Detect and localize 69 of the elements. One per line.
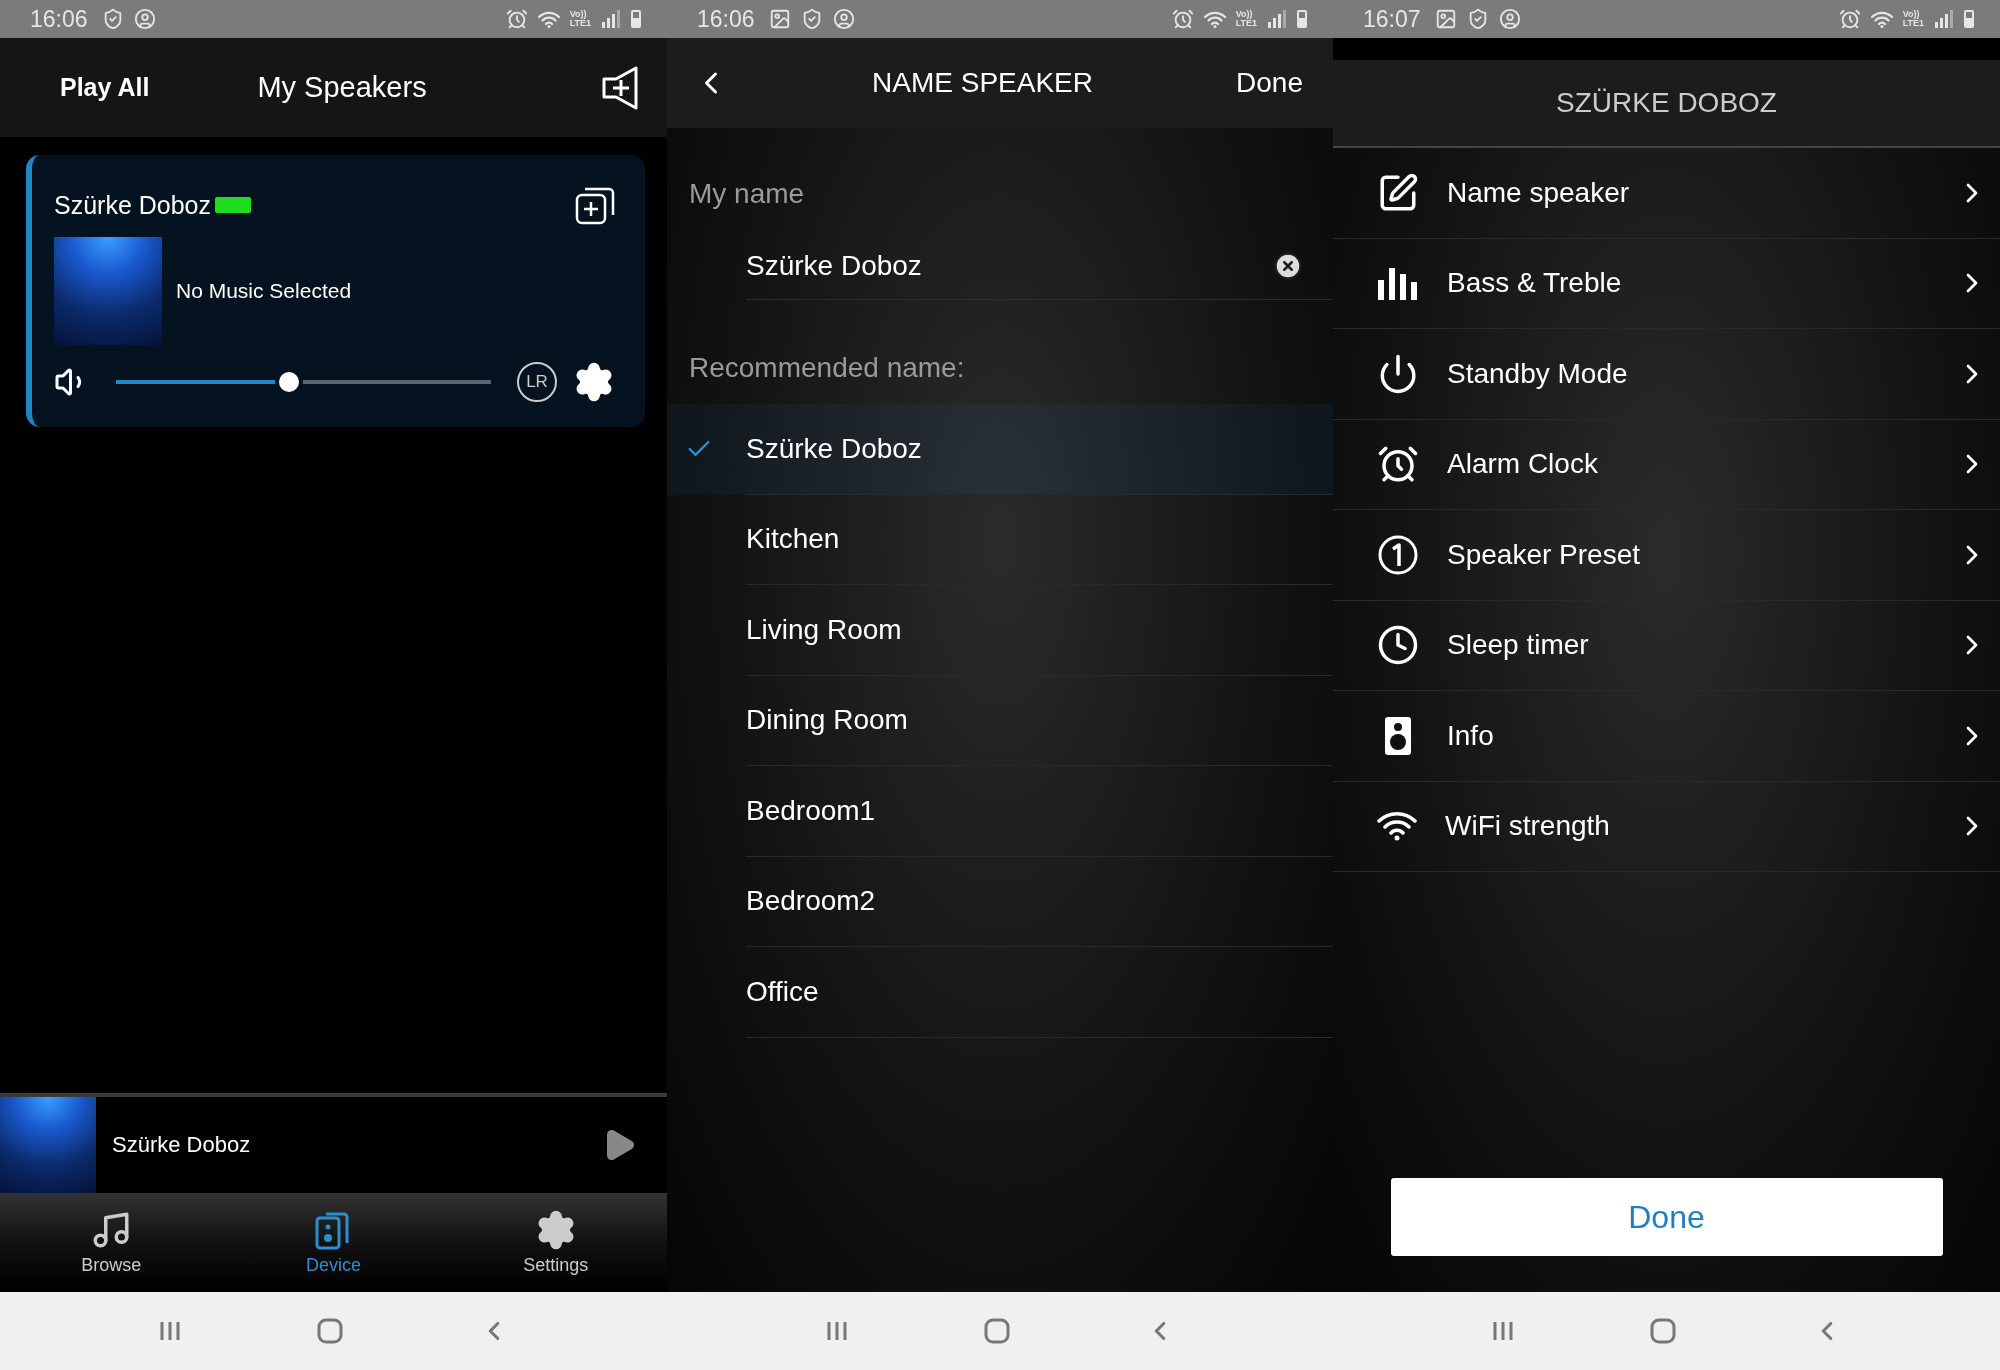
done-button[interactable]: Done xyxy=(1390,1178,1943,1256)
battery-icon xyxy=(1297,10,1307,28)
group-add-icon[interactable] xyxy=(575,185,615,225)
status-time: 16:06 xyxy=(697,5,755,33)
signal-icon xyxy=(601,10,621,28)
person-icon xyxy=(1498,8,1521,30)
settings-row[interactable]: WiFi strength xyxy=(1333,781,2000,872)
network-label: Vo)) LTE1 xyxy=(1902,10,1924,28)
field-label: My name xyxy=(688,178,806,210)
volume-thumb[interactable] xyxy=(278,372,299,392)
settings-row[interactable]: Sleep timer xyxy=(1333,600,2000,691)
play-all-button[interactable]: Play All xyxy=(60,73,150,102)
screen-title: SZÜRKE DOBOZ xyxy=(1556,87,1777,119)
alarm-icon xyxy=(1838,8,1861,30)
status-time: 16:06 xyxy=(30,5,88,33)
home-icon[interactable] xyxy=(317,1318,344,1344)
speaker-name: Szürke Doboz xyxy=(54,190,212,220)
home-icon[interactable] xyxy=(984,1318,1010,1344)
speaker-card[interactable]: Szürke Doboz No Music Selected LR xyxy=(26,155,645,427)
row-label: Standby Mode xyxy=(1447,357,1629,390)
settings-row[interactable]: Bass & Treble xyxy=(1333,238,2000,329)
mini-player[interactable]: Szürke Doboz xyxy=(0,1093,667,1193)
row-label: Alarm Clock xyxy=(1447,448,1599,481)
player-title: Szürke Doboz xyxy=(112,1132,252,1158)
screen-title: My Speakers xyxy=(257,71,427,104)
tab[interactable]: Settings xyxy=(444,1193,667,1292)
person-icon xyxy=(133,8,156,30)
settings-row[interactable]: Alarm Clock xyxy=(1333,419,2000,510)
signal-icon xyxy=(1934,10,1954,28)
row-label: Info xyxy=(1447,719,1495,752)
network-label: Vo)) LTE1 xyxy=(1235,10,1257,28)
name-field[interactable]: Szürke Doboz xyxy=(746,249,1273,282)
row-label: Sleep timer xyxy=(1447,629,1590,662)
picture-icon xyxy=(768,8,791,30)
alarm-icon xyxy=(1171,8,1194,30)
wifi-icon xyxy=(1377,811,1417,842)
tab[interactable]: Browse xyxy=(0,1193,223,1292)
screen-title: NAME SPEAKER xyxy=(871,67,1094,99)
wifi-icon xyxy=(537,10,560,28)
network-label: Vo)) LTE1 xyxy=(569,10,591,28)
track-title: No Music Selected xyxy=(176,279,352,303)
alarm-icon xyxy=(505,8,528,30)
battery-icon xyxy=(631,10,641,28)
done-button[interactable]: Done xyxy=(1236,67,1303,99)
person-icon xyxy=(832,8,855,30)
settings-row[interactable]: Info xyxy=(1333,691,2000,782)
clock-icon xyxy=(1377,624,1419,667)
wifi-icon xyxy=(1203,10,1226,28)
add-speaker-icon[interactable] xyxy=(601,65,641,110)
battery-icon xyxy=(1964,10,1974,28)
numbered-circle-icon xyxy=(1377,533,1419,576)
signal-icon xyxy=(1267,10,1287,28)
wifi-icon xyxy=(1870,10,1893,28)
tab[interactable]: Device xyxy=(222,1193,445,1292)
battery-icon xyxy=(215,197,252,213)
row-label: Name speaker xyxy=(1447,176,1631,209)
settings-row[interactable]: Name speaker xyxy=(1333,148,2000,239)
section-label: Recommended name: xyxy=(688,352,966,384)
row-label: WiFi strength xyxy=(1445,810,1611,843)
status-time: 16:07 xyxy=(1363,5,1421,33)
channel-button[interactable]: LR xyxy=(517,362,557,402)
settings-row[interactable]: Speaker Preset xyxy=(1333,510,2000,601)
home-icon[interactable] xyxy=(1650,1318,1677,1344)
clear-icon[interactable] xyxy=(1273,250,1303,281)
row-label: Bass & Treble xyxy=(1447,267,1623,300)
row-label: Speaker Preset xyxy=(1447,538,1641,571)
name-option[interactable]: Szürke Doboz xyxy=(667,404,1333,495)
settings-row[interactable]: Standby Mode xyxy=(1333,329,2000,420)
picture-icon xyxy=(1434,8,1457,30)
